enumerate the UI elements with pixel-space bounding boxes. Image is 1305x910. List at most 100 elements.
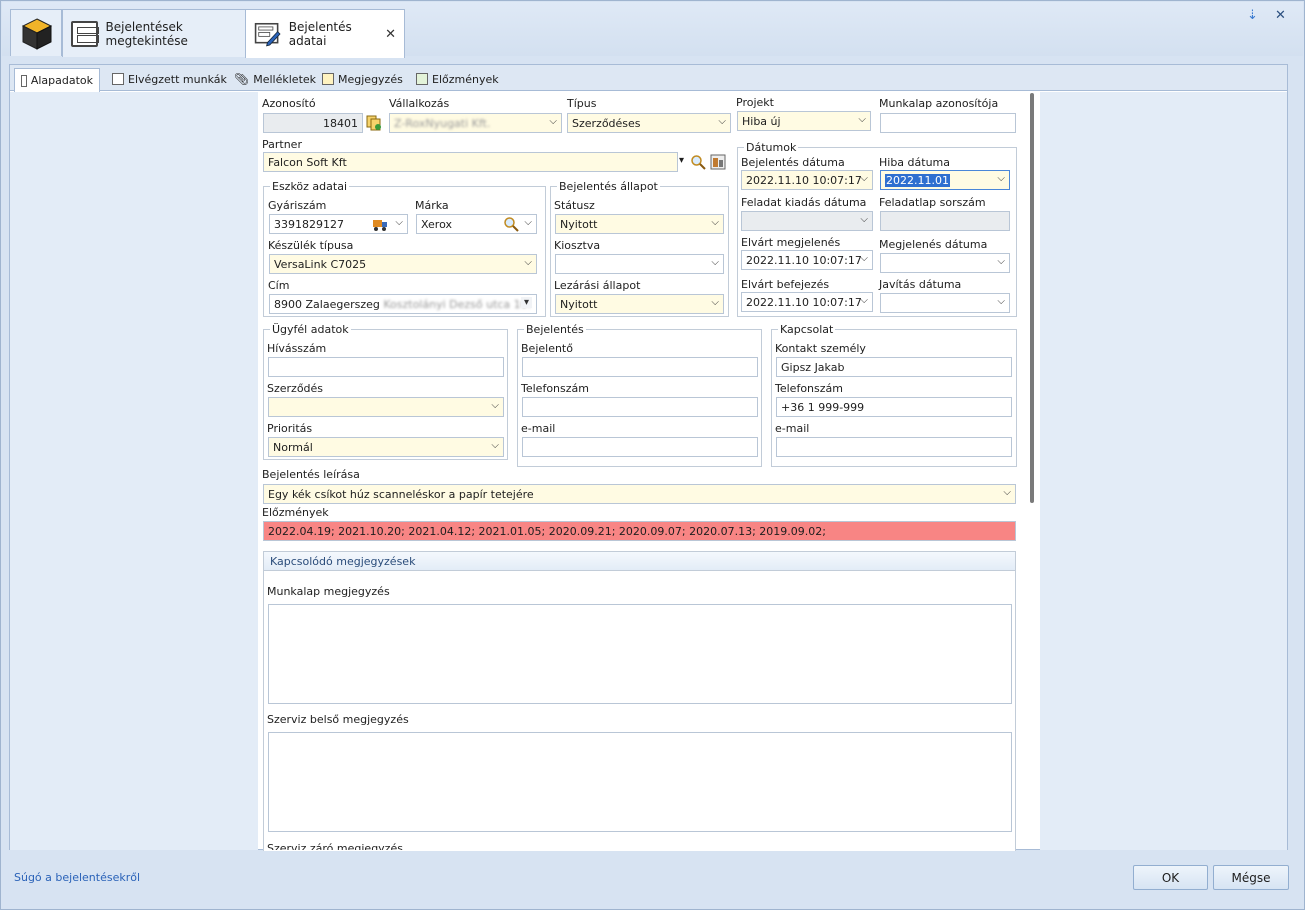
hiba-datum-label: Hiba dátuma — [879, 156, 951, 169]
prioritas-value: Normál — [273, 441, 313, 454]
leiras-select[interactable]: Egy kék csíkot húz scanneléskor a papír … — [263, 484, 1016, 504]
partner-input[interactable]: Falcon Soft Kft — [263, 152, 678, 172]
kontakt-input[interactable]: Gipsz Jakab — [776, 357, 1012, 377]
marka-label: Márka — [415, 199, 449, 212]
partner-dropdown-icon[interactable]: ▾ — [679, 155, 684, 166]
scrollbar[interactable] — [1030, 93, 1034, 503]
chevron-down-icon: ⌵ — [860, 295, 868, 306]
help-link[interactable]: Súgó a bejelentésekről — [14, 871, 140, 884]
tab-details[interactable]: Bejelentés adatai ✕ — [245, 9, 405, 58]
tipusa-value: VersaLink C7025 — [274, 258, 367, 271]
elvart-megj-value: 2022.11.10 10:07:17 — [746, 254, 862, 267]
search-icon[interactable] — [503, 216, 519, 232]
leiras-value: Egy kék csíkot húz scanneléskor a papír … — [268, 488, 534, 501]
gyariszam-label: Gyáriszám — [268, 199, 327, 212]
subtab-alapadatok[interactable]: Alapadatok — [14, 68, 100, 92]
statusz-select[interactable]: Nyitott ⌵ — [555, 214, 724, 234]
subtab-elozmenyek[interactable]: Előzmények — [410, 68, 505, 90]
edit-form-icon — [254, 22, 281, 47]
chevron-down-icon: ⌵ — [860, 253, 868, 264]
group-title: Eszköz adatai — [270, 180, 350, 193]
pin-icon[interactable]: ⇣ — [1247, 8, 1258, 23]
marka-value: Xerox — [421, 218, 452, 231]
footer-bar: Súgó a bejelentésekről OK Mégse — [2, 853, 1303, 909]
elvart-bef-picker[interactable]: 2022.11.10 10:07:17 ⌵ — [741, 292, 873, 312]
elvart-megj-picker[interactable]: 2022.11.10 10:07:17 ⌵ — [741, 250, 873, 270]
dropdown-arrow-icon: ▾ — [520, 297, 532, 308]
chevron-down-icon: ⌵ — [524, 257, 532, 268]
feladat-kiadas-label: Feladat kiadás dátuma — [741, 196, 867, 209]
ok-button[interactable]: OK — [1133, 865, 1208, 890]
elvart-megj-label: Elvárt megjelenés — [741, 236, 841, 249]
lezarasi-select[interactable]: Nyitott ⌵ — [555, 294, 724, 314]
cim-value: 8900 Zalaegerszeg — [274, 298, 380, 311]
subtab-mellekletek[interactable]: 📎︎ Mellékletek — [228, 68, 322, 90]
chevron-down-icon: ⌵ — [524, 217, 532, 228]
szerviz-belso-textarea[interactable] — [268, 732, 1012, 832]
azonosito-field: 18401 — [263, 113, 363, 133]
munkalap-input[interactable] — [880, 113, 1016, 133]
kiosztva-label: Kiosztva — [554, 239, 601, 252]
szerviz-zaro-label: Szerviz záró megjegyzés — [267, 842, 403, 850]
cim-select[interactable]: 8900 Zalaegerszeg Kosztolányi Dezső utca… — [269, 294, 537, 314]
bej-datum-picker[interactable]: 2022.11.10 10:07:17 ⌵ — [741, 170, 873, 190]
email1-input[interactable] — [522, 437, 758, 457]
subtab-bar: Alapadatok Elvégzett munkák 📎︎ Melléklete… — [10, 65, 1287, 92]
bej-datum-label: Bejelentés dátuma — [741, 156, 845, 169]
chevron-down-icon: ⌵ — [711, 297, 719, 308]
subtab-elvegzett[interactable]: Elvégzett munkák — [106, 68, 233, 90]
cancel-button[interactable]: Mégse — [1213, 865, 1289, 890]
szerviz-belso-label: Szerviz belső megjegyzés — [267, 713, 409, 726]
subtab-label: Mellékletek — [253, 72, 317, 86]
group-title: Kapcsolat — [778, 323, 836, 336]
close-tab-icon[interactable]: ✕ — [385, 27, 396, 42]
history-icon — [416, 73, 428, 85]
prioritas-select[interactable]: Normál ⌵ — [268, 437, 504, 457]
bejelento-input[interactable] — [522, 357, 758, 377]
megj-datum-picker[interactable]: ⌵ — [880, 253, 1010, 273]
tipus-label: Típus — [567, 97, 597, 110]
vallalkozas-select[interactable]: Z-RoxNyugati Kft. ⌵ — [389, 113, 562, 133]
telefon1-label: Telefonszám — [521, 382, 589, 395]
truck-icon[interactable] — [372, 216, 388, 232]
email2-input[interactable] — [776, 437, 1012, 457]
telefon2-label: Telefonszám — [775, 382, 843, 395]
cim-label: Cím — [268, 279, 290, 292]
close-icon[interactable]: ✕ — [1275, 8, 1286, 23]
feladat-kiadas-picker: ⌵ — [741, 211, 873, 231]
projekt-select[interactable]: Hiba új ⌵ — [737, 111, 871, 131]
email1-label: e-mail — [521, 422, 556, 435]
hiba-datum-picker[interactable]: 2022.11.01 ⌵ — [880, 170, 1010, 190]
tipus-select[interactable]: Szerződéses ⌵ — [567, 113, 731, 133]
telefon1-input[interactable] — [522, 397, 758, 417]
group-title: Dátumok — [744, 141, 799, 154]
kiosztva-select[interactable]: ⌵ — [555, 254, 724, 274]
partner-label: Partner — [262, 138, 302, 151]
elozmenyek-label: Előzmények — [262, 506, 329, 519]
tipusa-select[interactable]: VersaLink C7025 ⌵ — [269, 254, 537, 274]
copy-icon[interactable] — [366, 115, 382, 131]
right-margin — [1040, 92, 1287, 850]
subtab-megjegyzes[interactable]: Megjegyzés — [316, 68, 409, 90]
statusz-value: Nyitott — [560, 218, 598, 231]
kontakt-label: Kontakt személy — [775, 342, 866, 355]
main-window: Bejelentések megtekintése Bejelentés ada… — [0, 0, 1305, 910]
left-margin — [10, 92, 258, 850]
szerzodes-select[interactable]: ⌵ — [268, 397, 504, 417]
group-title: Bejelentés állapot — [557, 180, 660, 193]
azonosito-label: Azonosító — [262, 97, 316, 110]
hivasszam-input[interactable] — [268, 357, 504, 377]
app-icon[interactable] — [10, 9, 62, 56]
partner-details-icon[interactable] — [710, 154, 726, 170]
search-icon[interactable] — [690, 154, 706, 170]
form-icon — [21, 74, 27, 87]
tab-list-view[interactable]: Bejelentések megtekintése — [62, 9, 246, 57]
javitas-picker[interactable]: ⌵ — [880, 293, 1010, 313]
hivasszam-label: Hívásszám — [267, 342, 327, 355]
telefon2-input[interactable]: +36 1 999-999 — [776, 397, 1012, 417]
szerviz-zaro-clip: Szerviz záró megjegyzés — [267, 840, 1011, 850]
elvart-bef-value: 2022.11.10 10:07:17 — [746, 296, 862, 309]
subtab-label: Megjegyzés — [338, 72, 403, 86]
chevron-down-icon: ⌵ — [718, 116, 726, 127]
munkalap-megj-textarea[interactable] — [268, 604, 1012, 704]
